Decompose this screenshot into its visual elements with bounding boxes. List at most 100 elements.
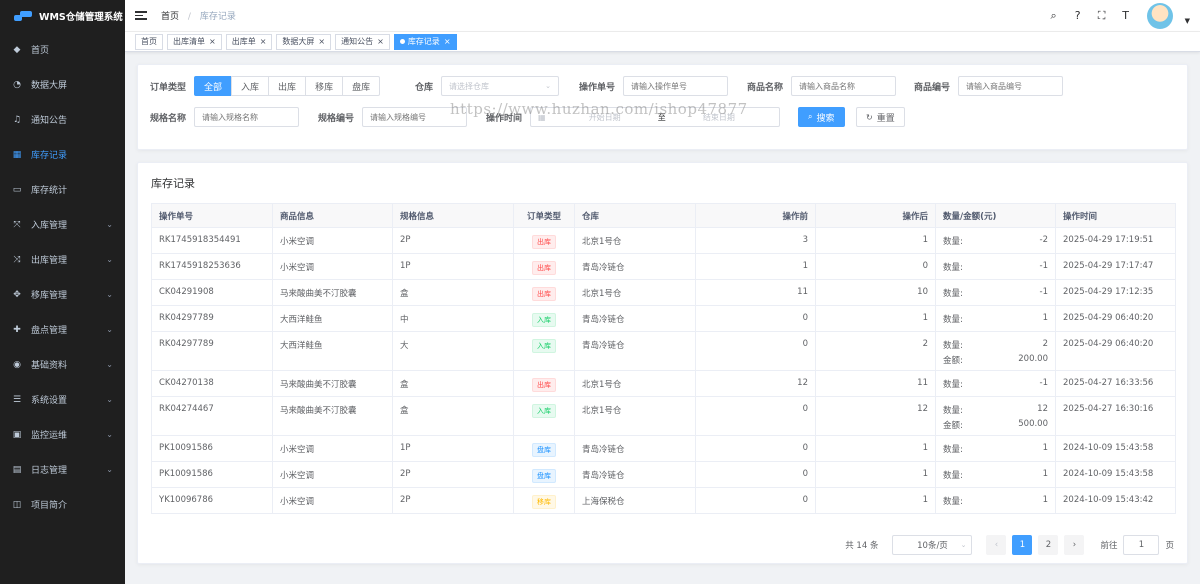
sidebar-item[interactable]: ▣ 监控运维 ⌄ [0, 417, 125, 452]
order-type-option[interactable]: 出库 [268, 76, 307, 96]
table-row[interactable]: RK04274467 马来酸曲美不汀胶囊盒入库 北京1号仓 0 12 数量: 12 金额: 50… [151, 396, 1176, 436]
qty-value: -1 [1039, 261, 1048, 271]
tag-item[interactable]: 首页 [135, 33, 163, 50]
tag-item[interactable]: 数据大屏 × [276, 33, 332, 50]
cell-type: 盘库 [513, 435, 575, 462]
search-button[interactable]: ⌕ 搜索 [798, 107, 845, 127]
spec-code-input[interactable] [362, 107, 468, 127]
cell-warehouse: 青岛冷链仓 [574, 461, 696, 488]
column-header: 订单类型 [513, 203, 575, 228]
close-icon[interactable]: × [444, 37, 451, 46]
tag-item[interactable]: 出库单 × [225, 33, 273, 50]
sidebar-item[interactable]: ♫ 通知公告 [0, 102, 125, 137]
close-icon[interactable]: × [318, 37, 325, 46]
sidebar-item[interactable]: ☰ 系统设置 ⌄ [0, 382, 125, 417]
brand[interactable]: WMS仓储管理系统 [0, 0, 125, 32]
sidebar-item[interactable]: ◫ 项目简介 [0, 487, 125, 522]
cell-time: 2025-04-29 17:19:51 [1055, 227, 1176, 254]
avatar[interactable] [1146, 2, 1173, 29]
order-type-option[interactable]: 全部 [194, 76, 233, 96]
page-number-button[interactable]: 1 [1012, 535, 1033, 555]
close-icon[interactable]: × [209, 37, 216, 46]
sidebar-item[interactable]: ◉ 基础资料 ⌄ [0, 347, 125, 382]
sidebar-item[interactable]: ▦ 库存记录 [0, 137, 125, 172]
spec-name-input[interactable] [194, 107, 300, 127]
fullscreen-icon[interactable]: ⛶ [1095, 9, 1109, 23]
cell-goods: 小米空调 [272, 461, 393, 488]
table-row[interactable]: RK1745918354491 小米空调 2P 出库 北京1号仓 3 1 数量: -2 2025-… [151, 227, 1176, 254]
sidebar-item-label: 系统设置 [31, 396, 68, 406]
close-icon[interactable]: × [260, 37, 267, 46]
move-icon: ✥ [13, 289, 21, 300]
order-type-badge: 入库 [532, 404, 556, 418]
hamburger-icon[interactable] [135, 11, 147, 20]
goods-name-input[interactable] [791, 76, 897, 96]
tag-item[interactable]: 库存记录 × [393, 33, 457, 50]
tag-item[interactable]: 出库清单 × [167, 33, 222, 50]
cell-goods: 马来酸曲美不汀胶囊 [272, 396, 393, 436]
date-range-picker[interactable]: ▦ 开始日期 至 结束日期 [530, 107, 781, 127]
column-header: 仓库 [574, 203, 696, 228]
table-row[interactable]: PK10091586 小米空调 2P 盘库 青岛冷链仓 0 1 数量: 1 2024-10-09 … [151, 461, 1176, 488]
chevron-down-icon: ⌄ [106, 220, 113, 229]
goods-code-input[interactable] [958, 76, 1064, 96]
table-row[interactable]: CK04270138 马来酸曲美不汀胶囊盒 出库 北京1号仓 12 11 数量: -1 2025… [151, 370, 1176, 397]
next-page-button[interactable]: › [1064, 535, 1085, 555]
search-icon[interactable]: ⌕ [1047, 9, 1061, 23]
qty-value: -1 [1039, 378, 1048, 388]
cell-goods: 大西洋鲑鱼 [272, 305, 393, 332]
table-row[interactable]: RK04297789 大西洋鲑鱼中入库 青岛冷链仓 0 1 数量: 1 2025-04-29 … [151, 305, 1176, 332]
page-size-select[interactable]: 10条/页 ⌄ [892, 535, 973, 555]
sidebar-item[interactable]: ⤧ 入库管理 ⌄ [0, 207, 125, 242]
table-row[interactable]: RK04297789 大西洋鲑鱼大入库 青岛冷链仓 0 2 数量: 2 金额: 200.00 20… [151, 331, 1176, 371]
caret-down-icon[interactable]: ▼ [1185, 17, 1190, 25]
warehouse-label: 仓库 [415, 82, 434, 93]
sidebar-item[interactable]: ◆ 首页 [0, 32, 125, 67]
cell-type: 盘库 [513, 461, 575, 488]
order-type-badge: 出库 [532, 235, 556, 249]
cell-after: 1 [815, 435, 936, 462]
qty-label: 数量: [943, 497, 963, 507]
cell-op-no: PK10091586 [151, 461, 273, 488]
tag-item[interactable]: 通知公告 × [335, 33, 390, 50]
sidebar-item[interactable]: ⤨ 出库管理 ⌄ [0, 242, 125, 277]
table-row[interactable]: CK04291908 马来酸曲美不汀胶囊盒 出库 北京1号仓 11 10 数量: -1 2025… [151, 279, 1176, 306]
page-number-button[interactable]: 2 [1038, 535, 1059, 555]
sidebar-item-label: 基础资料 [31, 361, 68, 371]
cell-before: 11 [695, 279, 816, 306]
cell-spec: 大 [392, 331, 514, 371]
spec-code-label: 规格编号 [318, 113, 355, 124]
close-icon[interactable]: × [377, 37, 384, 46]
sidebar-item[interactable]: ✥ 移库管理 ⌄ [0, 277, 125, 312]
navbar: 首页 / 库存记录 ⌕? ⛶ T ▼ [125, 0, 1200, 32]
warehouse-select[interactable]: 请选择仓库 ⌄ [441, 76, 560, 96]
table-row[interactable]: PK10091586 小米空调 1P 盘库 青岛冷链仓 0 1 数量: 1 2024-10-09 … [151, 435, 1176, 462]
reset-button[interactable]: ↻ 重置 [856, 107, 905, 127]
page-suffix: 页 [1165, 541, 1174, 551]
order-type-option[interactable]: 入库 [231, 76, 270, 96]
order-type-option[interactable]: 移库 [305, 76, 344, 96]
table-header: 操作单号 商品信息 规格信息 订单类型 仓库 操作前 操作后 数量/金额(元) 操作时间 [151, 203, 1176, 228]
help-icon[interactable]: ? [1071, 9, 1085, 23]
chevron-down-icon: ⌄ [106, 360, 113, 369]
prev-page-button[interactable]: ‹ [986, 535, 1007, 555]
spec-name-label: 规格名称 [150, 113, 187, 124]
qty-value: 1 [1042, 443, 1048, 453]
reset-button-label: 重置 [876, 113, 895, 124]
sidebar-item[interactable]: ◔ 数据大屏 [0, 67, 125, 102]
table-row[interactable]: RK1745918253636 小米空调 1P 出库 青岛冷链仓 1 0 数量: -1 2025-… [151, 253, 1176, 280]
cell-op-no: YK10096786 [151, 487, 273, 514]
order-type-option[interactable]: 盘库 [342, 76, 381, 96]
goto-page-input[interactable]: 1 [1123, 535, 1160, 555]
font-size-icon[interactable]: T [1119, 9, 1133, 23]
goods-name-label: 商品名称 [747, 82, 784, 93]
order-type-badge: 出库 [532, 378, 556, 392]
breadcrumb-home[interactable]: 首页 [161, 12, 179, 22]
table-row[interactable]: YK10096786 小米空调 2P 移库 上海保税仓 0 1 数量: 1 2024-10-09 … [151, 487, 1176, 514]
sidebar-item[interactable]: ▤ 日志管理 ⌄ [0, 452, 125, 487]
op-no-input[interactable] [623, 76, 729, 96]
order-type-badge: 出库 [532, 261, 556, 275]
end-date: 结束日期 [702, 112, 735, 122]
sidebar-item[interactable]: ✚ 盘点管理 ⌄ [0, 312, 125, 347]
sidebar-item[interactable]: ▭ 库存统计 [0, 172, 125, 207]
